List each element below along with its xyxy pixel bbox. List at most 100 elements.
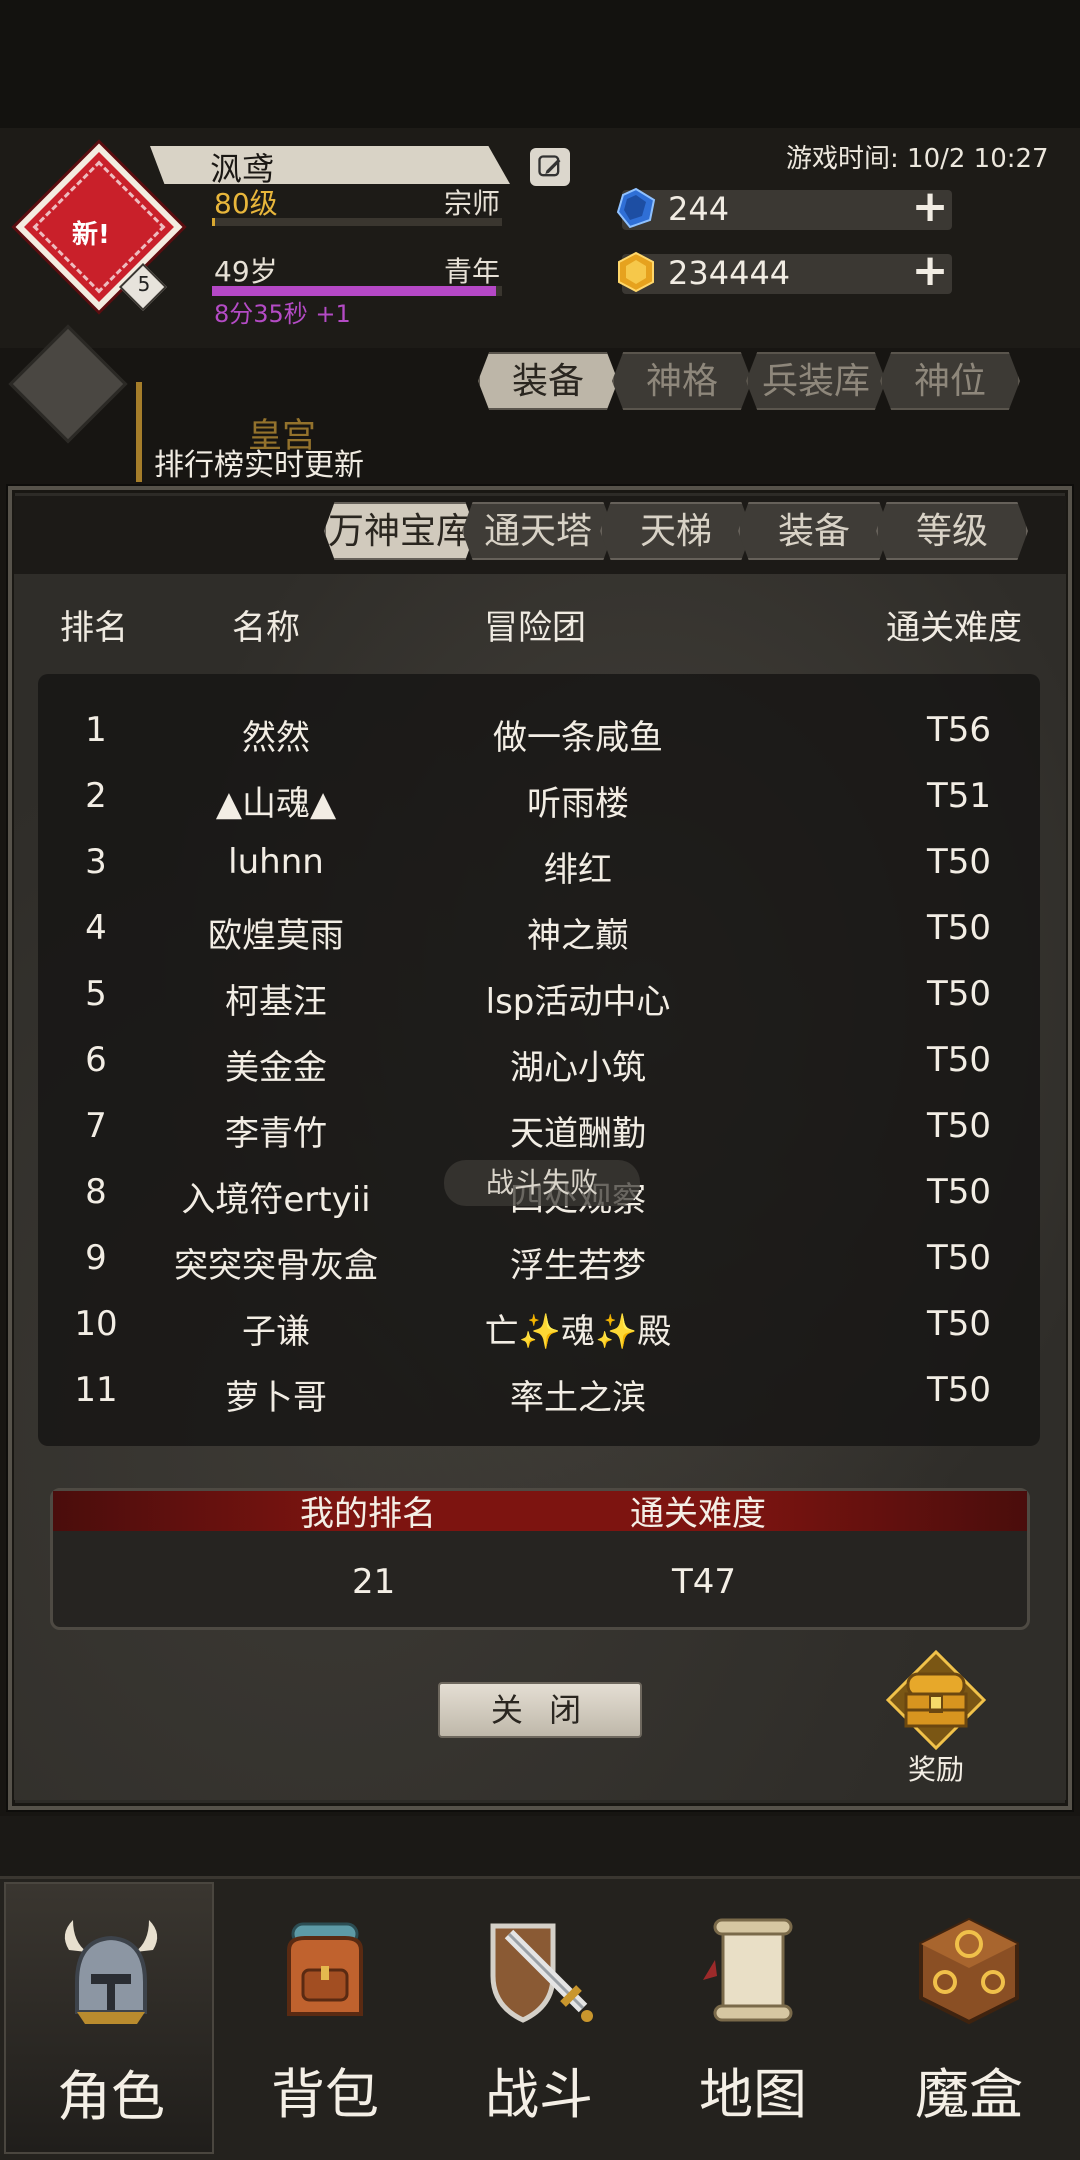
row-rank: 5 <box>85 974 107 1014</box>
nav-label-character: 角色 <box>57 2065 165 2128</box>
row-rank: 2 <box>85 776 107 816</box>
table-row: 1 然然 做一条咸鱼 T56 <box>38 700 1040 766</box>
column-header-name: 名称 <box>232 608 300 648</box>
nav-battle[interactable]: 战斗 <box>434 1882 644 2154</box>
bg-tab-godhood[interactable]: 神格 <box>612 352 752 410</box>
table-row: 2 ▲山魂▲ 听雨楼 T51 <box>38 766 1040 832</box>
row-guild: 做一条咸鱼 <box>493 718 663 758</box>
nav-label-battle: 战斗 <box>485 2063 593 2126</box>
row-guild: 亡✨魂✨殿 <box>484 1312 672 1352</box>
row-rank: 8 <box>85 1172 107 1212</box>
background-divider <box>136 382 142 482</box>
row-guild: 率土之滨 <box>510 1378 646 1418</box>
row-name: luhnn <box>228 842 324 882</box>
content-strip <box>0 1816 1080 1876</box>
add-blue-gem-button[interactable]: + <box>910 185 950 229</box>
nav-backpack[interactable]: 背包 <box>220 1882 430 2154</box>
my-difficulty-value: T47 <box>672 1562 737 1602</box>
top-status-strip <box>0 0 1080 128</box>
row-name: 入境符ertyii <box>181 1180 371 1220</box>
gold-gem-count: 234444 <box>668 254 791 292</box>
tab-equipment[interactable]: 装备 <box>738 502 890 560</box>
add-gold-gem-button[interactable]: + <box>910 249 950 293</box>
nav-map[interactable]: 地图 <box>648 1882 858 2154</box>
avatar-new-label: 新! <box>72 220 110 250</box>
column-header-rank: 排名 <box>60 608 128 648</box>
player-age-stage: 青年 <box>444 255 501 288</box>
my-difficulty-label: 通关难度 <box>630 1494 766 1534</box>
battle-failed-toast: 战斗失败 <box>444 1160 640 1206</box>
row-rank: 6 <box>85 1040 107 1080</box>
column-header-difficulty: 通关难度 <box>886 608 1022 648</box>
row-difficulty: T50 <box>926 1106 992 1146</box>
row-difficulty: T50 <box>926 1040 992 1080</box>
my-rank-value: 21 <box>352 1562 396 1602</box>
row-difficulty: T56 <box>926 710 992 750</box>
edit-icon <box>538 155 561 177</box>
row-name: 然然 <box>242 718 310 758</box>
row-guild: 听雨楼 <box>527 784 629 824</box>
row-difficulty: T50 <box>926 1370 992 1410</box>
row-difficulty: T50 <box>926 908 992 948</box>
row-rank: 11 <box>74 1370 118 1410</box>
edit-name-button[interactable] <box>530 148 570 186</box>
table-row: 11 萝卜哥 率土之滨 T50 <box>38 1360 1040 1426</box>
table-row: 7 李青竹 天道酬勤 T50 <box>38 1096 1040 1162</box>
table-row: 5 柯基汪 lsp活动中心 T50 <box>38 964 1040 1030</box>
tab-level[interactable]: 等级 <box>876 502 1028 560</box>
row-guild: 绯红 <box>544 850 612 890</box>
row-difficulty: T50 <box>926 842 992 882</box>
game-time: 游戏时间: 10/2 10:27 <box>786 144 1049 174</box>
row-name: 子谦 <box>242 1312 310 1352</box>
row-rank: 7 <box>85 1106 107 1146</box>
row-rank: 4 <box>85 908 107 948</box>
table-row: 9 突突突骨灰盒 浮生若梦 T50 <box>38 1228 1040 1294</box>
backpack-icon <box>287 1922 363 2016</box>
level-progress-track <box>212 218 502 226</box>
magic-box-icon <box>919 1917 1019 2025</box>
row-difficulty: T50 <box>926 1304 992 1344</box>
my-rank-label: 我的排名 <box>300 1494 436 1534</box>
row-rank: 9 <box>85 1238 107 1278</box>
row-rank: 1 <box>85 710 107 750</box>
level-progress-fill <box>212 218 215 226</box>
live-update-label: 排行榜实时更新 <box>154 448 364 483</box>
row-guild: 浮生若梦 <box>510 1246 646 1286</box>
row-difficulty: T51 <box>926 776 992 816</box>
sword-shield-icon <box>490 1923 593 2023</box>
tab-sky-tower[interactable]: 通天塔 <box>462 502 614 560</box>
nav-label-backpack: 背包 <box>271 2063 379 2126</box>
bg-tab-divine-seat[interactable]: 神位 <box>880 352 1020 410</box>
table-row: 10 子谦 亡✨魂✨殿 T50 <box>38 1294 1040 1360</box>
nav-magic-box[interactable]: 魔盒 <box>864 1882 1074 2154</box>
row-name: 柯基汪 <box>225 982 327 1022</box>
column-header-guild: 冒险团 <box>484 608 586 648</box>
player-rank-title: 宗师 <box>444 187 501 220</box>
helmet-icon <box>64 1920 158 2024</box>
avatar-badge-number: 5 <box>137 272 151 296</box>
treasure-chest-icon[interactable] <box>886 1650 986 1750</box>
nav-label-map: 地图 <box>699 2063 807 2126</box>
close-button[interactable]: 关 闭 <box>438 1682 642 1738</box>
table-row: 4 欧煌莫雨 神之巅 T50 <box>38 898 1040 964</box>
nav-character[interactable]: 角色 <box>4 1882 214 2154</box>
tab-pantheon-vault[interactable]: 万神宝库 <box>324 502 476 560</box>
row-difficulty: T50 <box>926 974 992 1014</box>
row-guild: 湖心小筑 <box>510 1048 646 1088</box>
row-guild: lsp活动中心 <box>485 982 671 1022</box>
player-age: 49岁 <box>214 255 278 288</box>
bg-tab-equipment[interactable]: 装备 <box>478 352 618 410</box>
name-banner <box>150 146 510 184</box>
row-name: 欧煌莫雨 <box>208 916 344 956</box>
blue-gem-count: 244 <box>668 190 730 228</box>
row-rank: 3 <box>85 842 107 882</box>
tab-ladder[interactable]: 天梯 <box>600 502 752 560</box>
row-guild: 神之巅 <box>527 916 629 956</box>
age-timer: 8分35秒 +1 <box>214 300 351 328</box>
reward-label: 奖励 <box>908 1753 965 1786</box>
row-name: ▲山魂▲ <box>215 784 337 824</box>
table-row: 3 luhnn 绯红 T50 <box>38 832 1040 898</box>
table-row: 6 美金金 湖心小筑 T50 <box>38 1030 1040 1096</box>
scroll-map-icon <box>703 1918 793 2022</box>
bg-tab-armory[interactable]: 兵装库 <box>746 352 886 410</box>
